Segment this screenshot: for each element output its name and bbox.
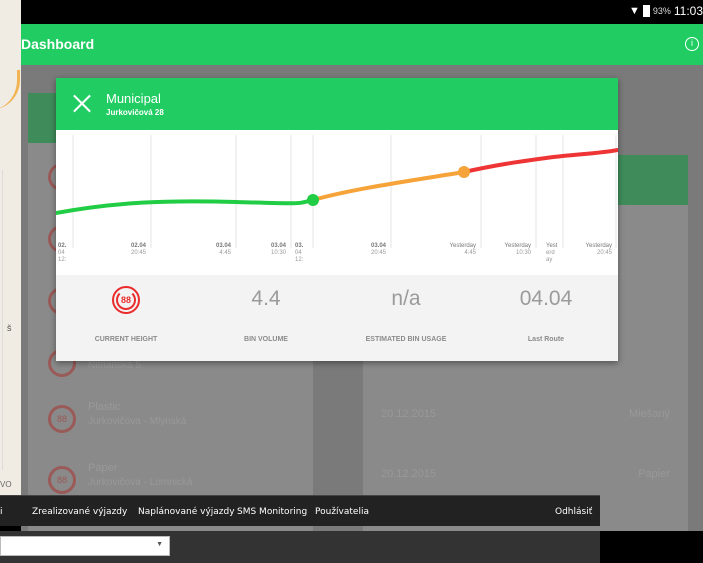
stat-value: 04.04 (519, 287, 573, 310)
data-point-green (307, 194, 319, 206)
x-tick-label: 04 (295, 250, 302, 256)
x-tick-label: 4:45 (219, 250, 231, 256)
x-tick-label: 04 (58, 250, 65, 256)
stats-panel: 88 CURRENT HEIGHT 4.4 BIN VOLUME n/a EST… (56, 275, 618, 361)
dialog-subtitle: Jurkovičová 28 (106, 108, 164, 117)
nav-item-completed-trips[interactable]: Zrealizované výjazdy (32, 507, 127, 517)
x-tick-label: 20:45 (371, 250, 387, 256)
x-tick-label: 02.04 (131, 243, 147, 249)
stat-value: 4.4 (251, 287, 281, 310)
battery-percent: 93% (652, 6, 671, 16)
x-tick-label: 20:45 (131, 250, 147, 256)
x-tick-label: 03. (295, 243, 304, 249)
x-tick-label: 10:30 (271, 250, 287, 256)
stat-label: CURRENT HEIGHT (94, 336, 158, 343)
x-tick-label: 20:45 (597, 250, 613, 256)
x-tick-label: 10:30 (516, 250, 532, 256)
history-row: 20.12.2015 Miešaný (381, 408, 670, 420)
x-tick-label: 02. (58, 243, 67, 249)
height-badge: 88 (112, 286, 140, 314)
x-tick-label: ay (546, 257, 552, 263)
fill-level-chart[interactable]: 02.0412:02.0420:4503.044:4503.0410:3003.… (56, 130, 618, 275)
stat-label: BIN VOLUME (244, 336, 288, 343)
map-label-bottom: VO (0, 480, 12, 489)
x-tick-label: Yesterday (505, 243, 531, 249)
x-tick-label: 12: (58, 257, 67, 263)
data-point-orange (458, 166, 470, 178)
series-line-orange (311, 170, 466, 202)
dialog-header: Municipal Jurkovičová 28 (56, 78, 618, 130)
x-tick-label: 12: (295, 257, 304, 263)
close-icon[interactable] (72, 93, 92, 113)
chevron-down-icon: ▼ (156, 541, 163, 548)
map-road-line (2, 170, 3, 470)
clock: 11:03 (673, 4, 703, 18)
map-road (0, 70, 20, 110)
app-bar: Dashboard i (21, 24, 703, 65)
x-tick-label: Yesterday (450, 243, 476, 249)
stat-current-height: 88 CURRENT HEIGHT (56, 275, 196, 361)
bin-detail-dialog: Municipal Jurkovičová 28 02. 04 12: 02.04 20… (56, 78, 618, 361)
web-nav-bar: i Zrealizované výjazdy Naplánované výjaz… (0, 495, 600, 526)
wifi-icon: ▼ (628, 5, 640, 17)
stat-last-route: 04.04 Last Route (476, 275, 616, 361)
status-bar: ▼ 93% 11:03 (21, 0, 703, 24)
x-tick-label: 03.04 (271, 243, 287, 249)
info-icon[interactable]: i (685, 37, 699, 51)
list-item: 88 Plastic Jurkovičova - Mlynská (28, 389, 313, 451)
x-tick-label: 03.04 (216, 243, 232, 249)
stat-bin-volume: 4.4 BIN VOLUME (196, 275, 336, 361)
nav-item-sms-monitoring[interactable]: SMS Monitoring (237, 507, 307, 517)
filter-select[interactable]: ▼ (0, 536, 170, 556)
nav-item-planned-trips[interactable]: Naplánované výjazdy (138, 507, 235, 517)
x-tick-label: 4:45 (464, 250, 476, 256)
stat-estimated-usage: n/a ESTIMATED BIN USAGE (336, 275, 476, 361)
map-label: š (7, 323, 12, 333)
stat-label: ESTIMATED BIN USAGE (365, 336, 447, 343)
x-tick-label: Yesterday (586, 243, 612, 249)
logout-link[interactable]: Odhlásiť (555, 507, 592, 517)
x-tick-label: 03.04 (371, 243, 387, 249)
tablet-screen: ▼ 93% 11:03 Dashboard i 88 Nitrianska 5 … (21, 0, 703, 531)
battery-icon (642, 5, 650, 17)
x-tick-label: Yest (546, 243, 558, 249)
x-tick-label: erd (546, 250, 555, 256)
nav-item-users[interactable]: Používatelia (315, 507, 369, 517)
map-background[interactable]: š VO (0, 0, 21, 495)
dialog-title: Municipal (106, 91, 161, 106)
stat-value: n/a (391, 287, 421, 310)
stat-label: Last Route (527, 336, 565, 343)
nav-item-cut[interactable]: i (0, 507, 3, 517)
series-line-green (56, 198, 315, 215)
page-title: Dashboard (21, 36, 95, 52)
series-line-red (462, 148, 618, 174)
